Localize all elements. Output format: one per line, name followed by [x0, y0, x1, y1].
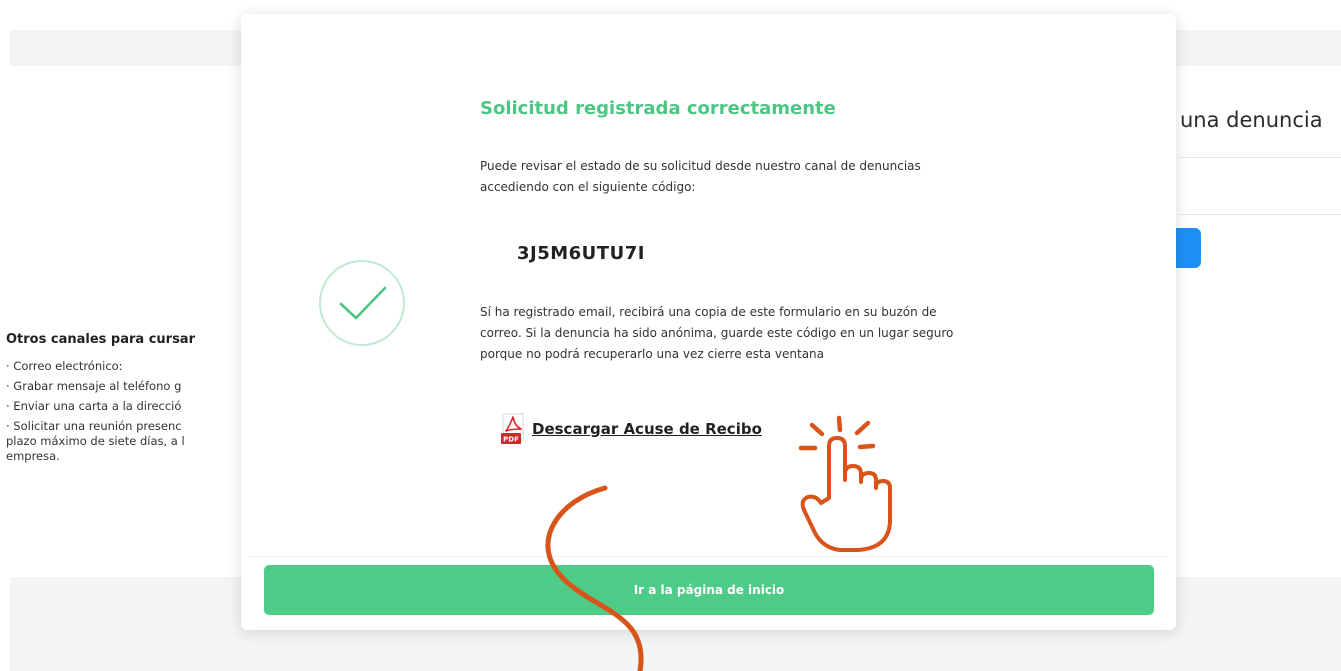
- pdf-icon-label: PDF: [503, 436, 519, 444]
- intro-text: Puede revisar el estado de su solicitud …: [480, 156, 1080, 198]
- success-check-badge: [319, 260, 405, 346]
- other-channels-panel: Otros canales para cursar · Correo elect…: [6, 332, 240, 463]
- list-item: · Solicitar una reunión presenc: [6, 419, 182, 433]
- notice-line: correo. Si la denuncia ha sido anónima, …: [480, 326, 954, 340]
- modal-footer-divider: [249, 556, 1168, 557]
- tracking-code: 3J5M6UTU7I: [517, 243, 645, 264]
- notice-line: Sí ha registrado email, recibirá una cop…: [480, 305, 937, 319]
- list-item: · Enviar una carta a la direcció: [6, 399, 182, 413]
- list-item: plazo máximo de siete días, a l: [6, 434, 185, 448]
- success-modal: Solicitud registrada correctamente Puede…: [241, 14, 1176, 630]
- download-receipt[interactable]: PDF Descargar Acuse de Recibo: [500, 412, 762, 446]
- background-heading: una denuncia: [1180, 108, 1323, 132]
- list-item: · Grabar mensaje al teléfono g: [6, 379, 182, 393]
- other-channels-title: Otros canales para cursar: [6, 332, 195, 347]
- notice-text: Sí ha registrado email, recibirá una cop…: [480, 302, 1080, 365]
- intro-line: accediendo con el siguiente código:: [480, 180, 696, 194]
- modal-title: Solicitud registrada correctamente: [480, 98, 836, 119]
- go-home-button[interactable]: Ir a la página de inicio: [264, 565, 1154, 615]
- list-item: empresa.: [6, 449, 60, 463]
- background-divider: [1178, 157, 1341, 158]
- download-receipt-link[interactable]: Descargar Acuse de Recibo: [532, 420, 762, 438]
- background-blue-button[interactable]: [1176, 228, 1201, 268]
- background-divider: [1178, 214, 1341, 215]
- list-item: · Correo electrónico:: [6, 359, 123, 373]
- check-icon: [339, 286, 387, 320]
- intro-line: Puede revisar el estado de su solicitud …: [480, 159, 921, 173]
- pdf-icon: PDF: [501, 413, 524, 444]
- notice-line: porque no podrá recuperarlo una vez cier…: [480, 347, 825, 361]
